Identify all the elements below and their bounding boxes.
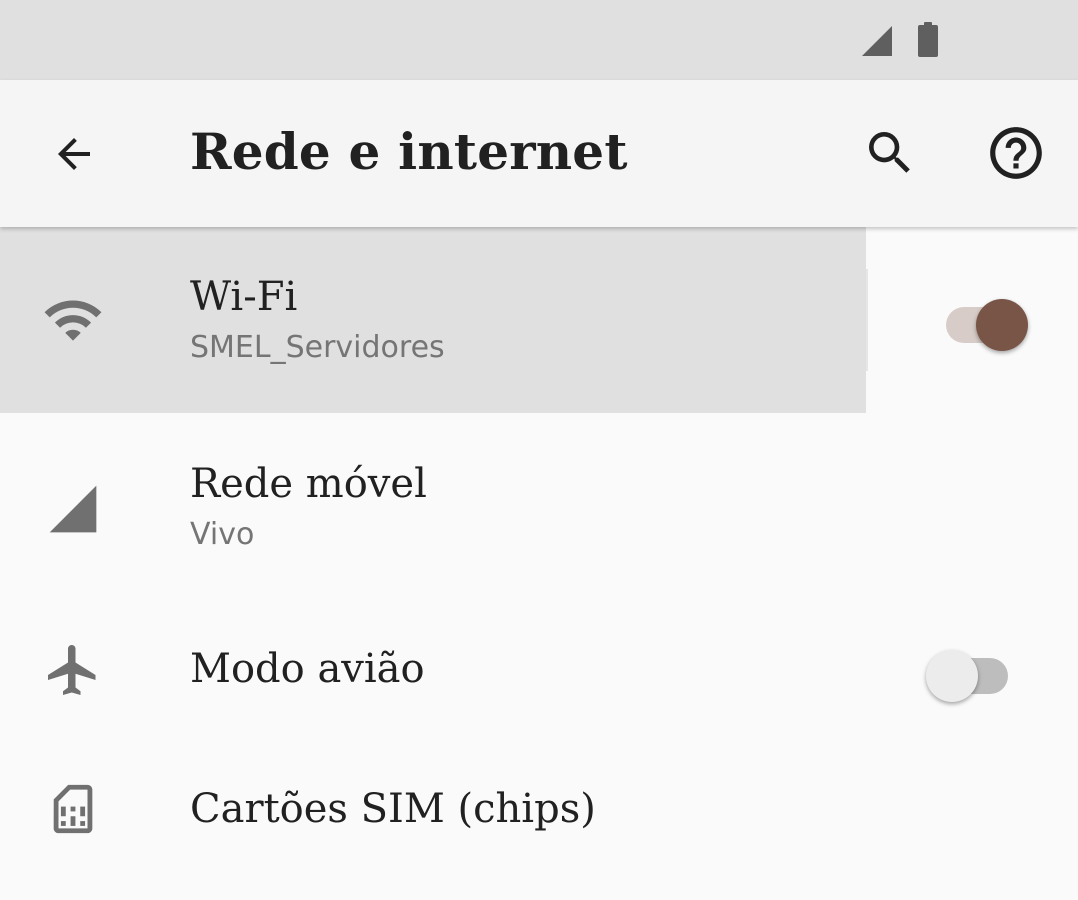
help-button[interactable] [980,117,1052,189]
setting-row-airplane-mode[interactable]: Modo avião [0,601,1078,741]
setting-row-sim-cards[interactable]: Cartões SIM (chips) [0,741,1078,900]
setting-row-mobile-network[interactable]: Rede móvel Vivo [0,413,1078,601]
sim-card-icon [37,773,109,845]
mobile-network-carrier: Vivo [190,517,255,552]
wifi-icon [37,284,109,356]
status-bar [0,0,1078,80]
wifi-title: Wi-Fi [190,274,298,320]
app-toolbar: Rede e internet [0,80,1078,227]
search-button[interactable] [854,117,926,189]
back-button[interactable] [38,118,110,190]
help-circle-icon [990,127,1042,179]
setting-row-wifi[interactable]: Wi-Fi SMEL_Servidores [0,227,1078,413]
battery-icon [918,22,938,57]
settings-list: Wi-Fi SMEL_Servidores Rede móvel Vivo Mo… [0,227,1078,900]
search-icon [869,132,910,173]
airplane-mode-toggle[interactable] [926,641,1016,702]
airplane-icon [37,634,109,706]
row-divider [866,269,868,371]
cell-signal-icon [862,26,892,56]
arrow-back-icon [58,138,90,170]
airplane-mode-title: Modo avião [190,646,425,692]
row-pressed-highlight [0,227,866,413]
airplane-toggle-thumb [926,650,978,702]
cell-signal-icon [37,473,109,545]
page-title: Rede e internet [190,122,628,181]
sim-cards-title: Cartões SIM (chips) [190,786,596,832]
wifi-network-name: SMEL_Servidores [190,330,445,365]
wifi-toggle[interactable] [936,290,1028,351]
wifi-toggle-thumb [976,299,1028,351]
mobile-network-title: Rede móvel [190,461,427,507]
